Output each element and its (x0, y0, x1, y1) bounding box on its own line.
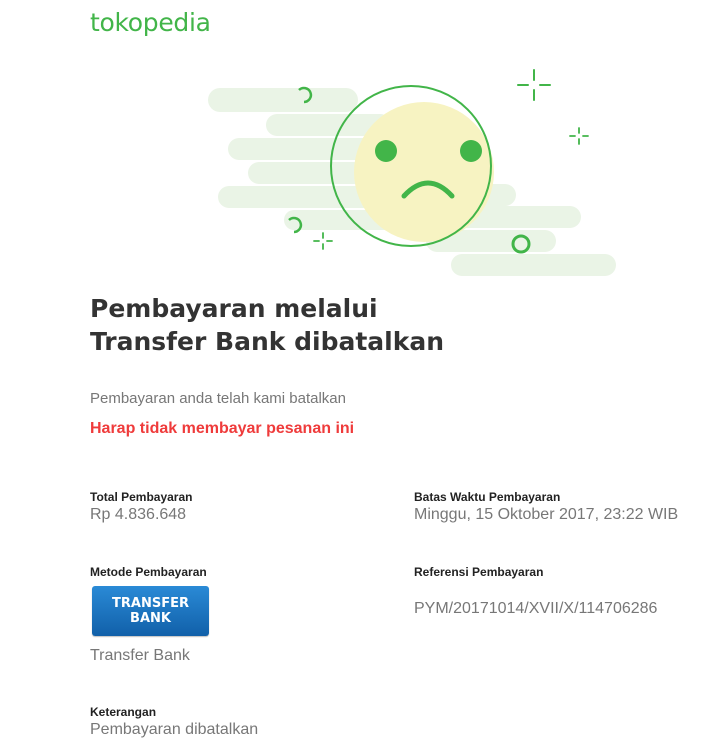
right-eye (460, 140, 482, 162)
payment-method-label: Metode Pembayaran (90, 565, 207, 579)
left-eye (375, 140, 397, 162)
sad-face-illustration (208, 69, 616, 276)
sparkle-small (569, 127, 589, 145)
note-label: Keterangan (90, 705, 157, 719)
face-fill (354, 102, 494, 242)
note-field: Keterangan Pembayaran dibatalkan (90, 705, 258, 739)
note-value: Pembayaran dibatalkan (90, 721, 259, 738)
total-payment-label: Total Pembayaran (90, 490, 193, 504)
payment-deadline-value: Minggu, 15 Oktober 2017, 23:22 WIB (414, 506, 679, 523)
payment-reference-label: Referensi Pembayaran (414, 565, 544, 579)
payment-reference-value: PYM/20171014/XVII/X/114706286 (414, 600, 658, 617)
payment-method-field: Metode Pembayaran (90, 565, 207, 580)
title-line-2: Transfer Bank dibatalkan (90, 327, 445, 356)
total-payment-value: Rp 4.836.648 (90, 506, 187, 523)
payment-method-value: Transfer Bank (90, 647, 190, 664)
sparkle-large (517, 69, 551, 101)
page-title: Pembayaran melalui Transfer Bank dibatal… (90, 292, 444, 358)
payment-reference-field: Referensi Pembayaran PYM/20171014/XVII/X… (414, 565, 657, 618)
sparkle-bottom (313, 232, 333, 250)
badge-line-2: BANK (130, 611, 171, 626)
badge-line-1: TRANSFER (112, 596, 189, 611)
total-payment-field: Total Pembayaran Rp 4.836.648 (90, 490, 192, 524)
cancel-message: Pembayaran anda telah kami batalkan (90, 390, 346, 407)
payment-deadline-label: Batas Waktu Pembayaran (414, 490, 561, 504)
transfer-bank-badge: TRANSFER BANK (92, 586, 209, 636)
warning-message: Harap tidak membayar pesanan ini (90, 420, 355, 437)
title-line-1: Pembayaran melalui (90, 294, 378, 323)
payment-deadline-field: Batas Waktu Pembayaran Minggu, 15 Oktobe… (414, 490, 678, 524)
tokopedia-logo[interactable]: tokopedia (90, 8, 211, 37)
